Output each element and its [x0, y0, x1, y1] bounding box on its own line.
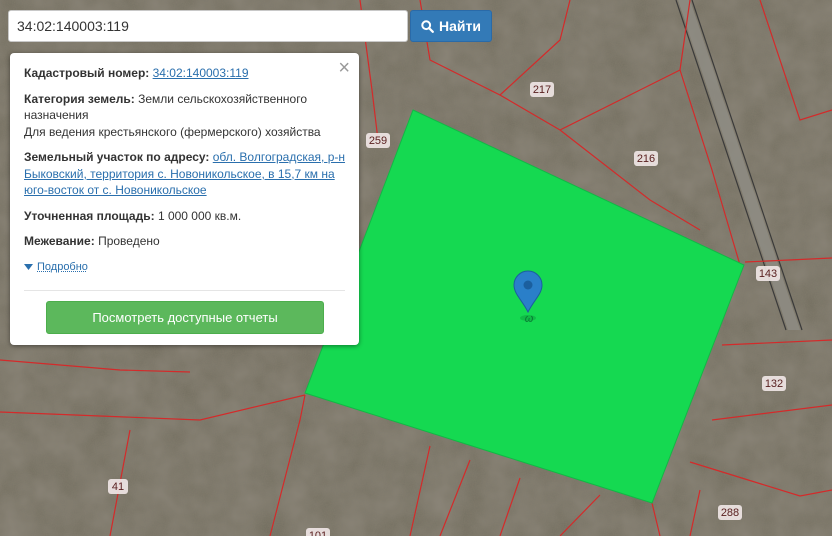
divider	[24, 290, 345, 291]
parcel-label[interactable]: 143	[756, 266, 780, 281]
view-reports-button[interactable]: Посмотреть доступные отчеты	[46, 301, 324, 334]
details-toggle[interactable]: Подробно	[24, 259, 345, 276]
parcel-label[interactable]: 41	[108, 479, 128, 494]
parcel-label-text: 41	[112, 481, 124, 493]
svg-text:ω: ω	[525, 313, 534, 325]
land-category-row: Категория земель: Земли сельскохозяйстве…	[24, 91, 345, 141]
address-label: Земельный участок по адресу:	[24, 150, 210, 164]
survey-label: Межевание:	[24, 234, 95, 248]
area-label: Уточненная площадь:	[24, 208, 155, 223]
search-icon	[421, 19, 434, 33]
cadastral-number-row: Кадастровый номер: 34:02:140003:119	[24, 65, 345, 82]
search-bar	[8, 10, 408, 42]
parcel-label[interactable]: 101	[306, 528, 330, 536]
parcel-label[interactable]: 259	[366, 133, 390, 148]
parcel-label-text: 132	[765, 378, 783, 390]
land-category-label: Категория земель:	[24, 91, 135, 106]
address-row: Земельный участок по адресу: обл. Волгог…	[24, 149, 345, 199]
survey-row: Межевание: Проведено	[24, 233, 345, 250]
survey-value: Проведено	[98, 234, 160, 248]
close-icon[interactable]: ×	[338, 58, 350, 78]
cadastral-number-label: Кадастровый номер:	[24, 66, 150, 80]
parcel-label-text: 259	[369, 135, 387, 147]
triangle-down-icon	[24, 263, 33, 270]
parcel-label-text: 216	[637, 153, 655, 165]
parcel-info-popup: × Кадастровый номер: 34:02:140003:119 Ка…	[10, 53, 359, 345]
land-use-value: Для ведения крестьянского (фермерского) …	[24, 124, 321, 139]
parcel-label-text: 217	[533, 84, 551, 96]
parcel-label[interactable]: 132	[762, 376, 786, 391]
parcel-label-text: 288	[721, 507, 739, 519]
details-toggle-label: Подробно	[37, 260, 88, 273]
search-input[interactable]	[8, 10, 408, 42]
search-button[interactable]: Найти	[410, 10, 492, 42]
area-value: 1 000 000 кв.м.	[157, 208, 242, 223]
parcel-label[interactable]: 217	[530, 82, 554, 97]
area-row: Уточненная площадь: 1 000 000 кв.м.	[24, 208, 345, 225]
parcel-label-text: 143	[759, 268, 777, 280]
parcel-label-text: 101	[309, 530, 327, 536]
cadastral-number-link[interactable]: 34:02:140003:119	[153, 66, 249, 80]
parcel-label[interactable]: 288	[718, 505, 742, 520]
search-button-label: Найти	[439, 18, 481, 34]
parcel-label[interactable]: 216	[634, 151, 658, 166]
